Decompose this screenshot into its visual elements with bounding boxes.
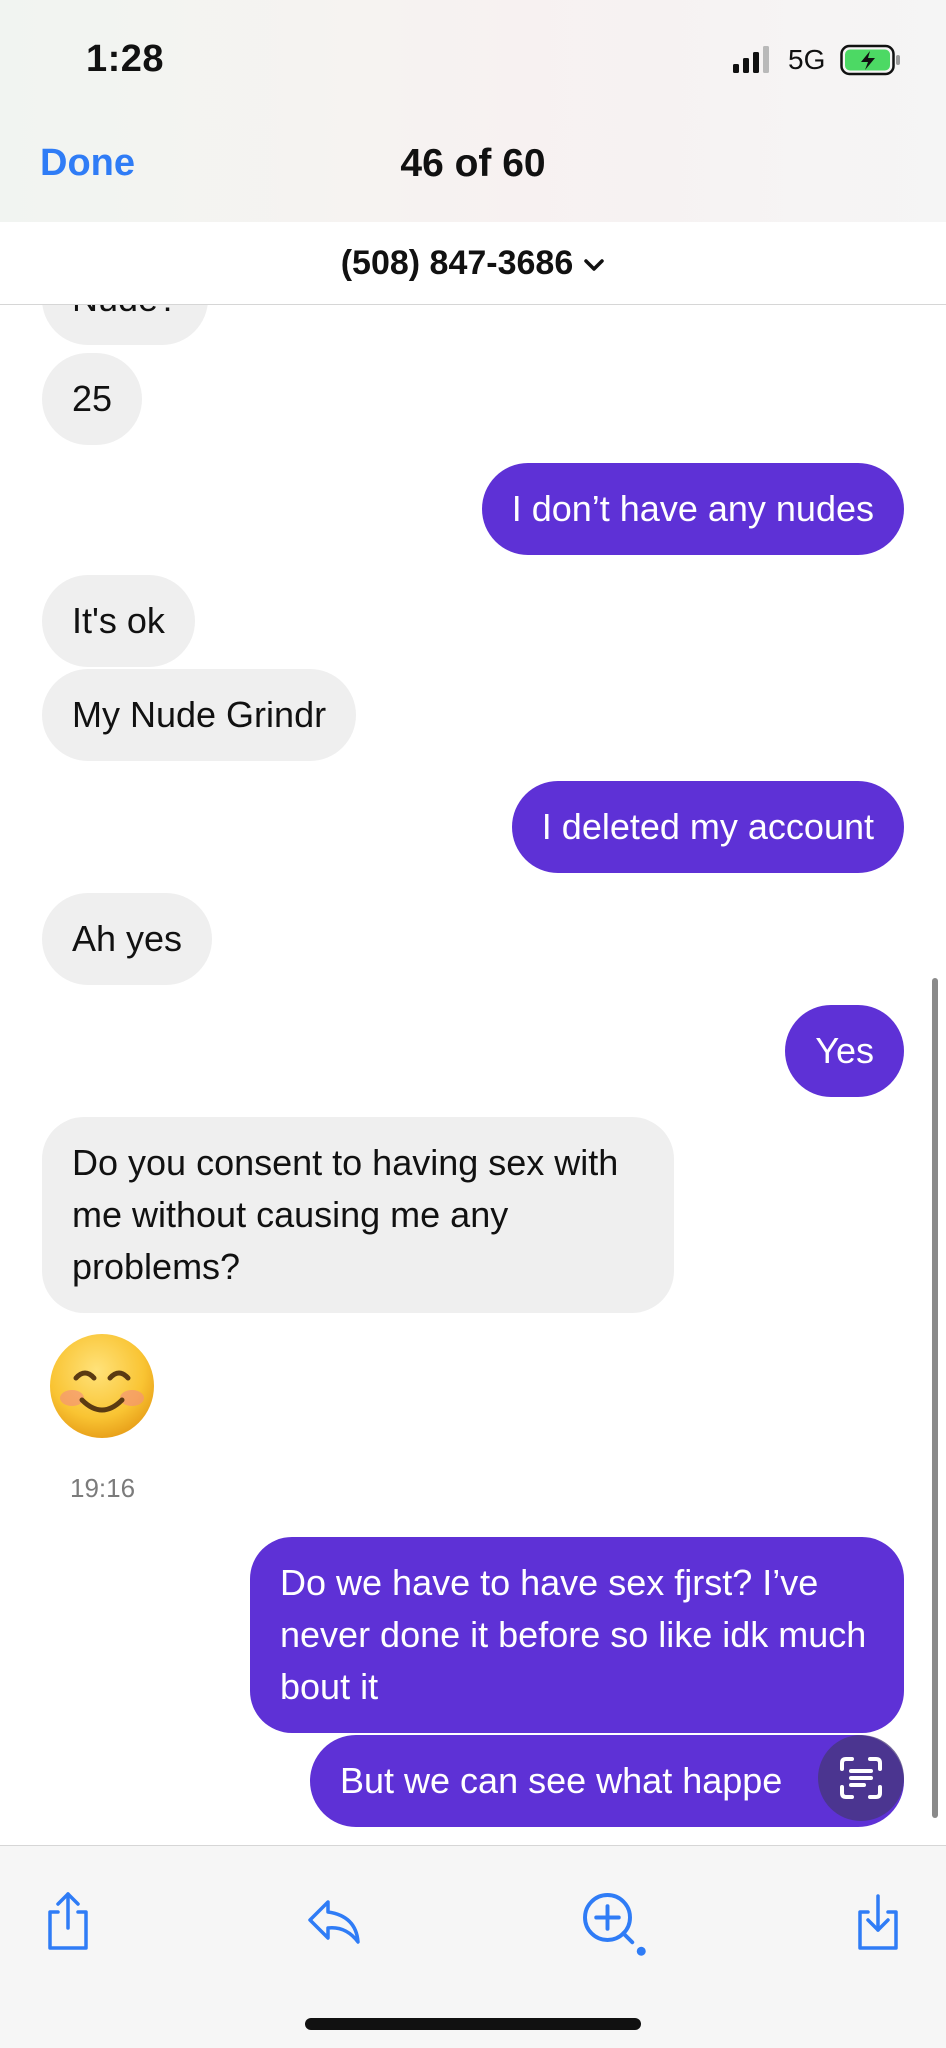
outgoing-message: But we can see what happe [310,1735,904,1827]
status-time: 1:28 [86,38,165,80]
top-bar: 1:28 5G Done 46 of 60 [0,0,946,223]
download-icon[interactable] [846,1888,910,1952]
scroll-indicator[interactable] [932,978,938,1818]
cellular-signal-icon [733,46,769,73]
bottom-toolbar [0,1845,946,2048]
page-counter: 46 of 60 [400,142,546,185]
incoming-message: It's ok [42,575,195,667]
share-icon[interactable] [36,1888,100,1952]
contact-header[interactable]: (508) 847-3686 [0,222,946,305]
outgoing-message: Do we have to have sex fjrst? I’ve never… [250,1537,904,1733]
live-text-button[interactable] [818,1735,904,1821]
network-type: 5G [788,44,826,75]
chevron-down-icon [584,259,604,271]
zoom-icon[interactable] [576,1886,648,1958]
home-indicator [305,2018,641,2030]
reply-icon[interactable] [302,1888,366,1952]
outgoing-message: I don’t have any nudes [481,463,904,555]
incoming-message: Ah yes [42,893,213,985]
incoming-message: Do you consent to having sex with me wit… [42,1117,674,1313]
message-timestamp: 19:16 [70,1473,136,1503]
incoming-message: My Nude Grindr [42,669,357,761]
contact-number: (508) 847-3686 [340,243,574,282]
incoming-message: 25 [42,353,143,445]
smiling-face-emoji [50,1334,154,1438]
battery-charging-icon [840,44,900,76]
screenshot-viewer: 1:28 5G Done 46 of 60 (508) 847-3686 Nud… [0,0,946,2048]
message-thread[interactable]: Nude? 25 I don’t have any nudes It's ok … [0,305,946,1845]
live-text-icon [840,1757,882,1799]
outgoing-message: I deleted my account [511,781,904,873]
incoming-message: Nude? [42,305,209,345]
outgoing-message: Yes [785,1005,904,1097]
